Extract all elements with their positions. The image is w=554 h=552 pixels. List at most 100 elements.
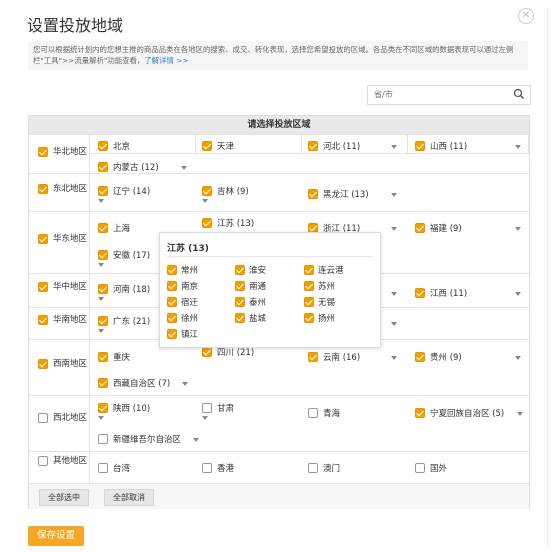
chevron-down-icon[interactable] — [391, 322, 397, 326]
scrollbar[interactable] — [547, 8, 548, 548]
checkbox[interactable] — [202, 186, 212, 196]
chevron-down-icon[interactable] — [202, 199, 208, 203]
checkbox[interactable] — [98, 223, 108, 233]
checkbox[interactable] — [202, 141, 212, 151]
checkbox[interactable] — [304, 313, 314, 323]
checkbox[interactable] — [415, 352, 425, 362]
checkbox[interactable] — [167, 313, 177, 323]
checkbox[interactable] — [308, 463, 318, 473]
checkbox[interactable] — [304, 265, 314, 275]
region-cell: 西南地区 — [29, 340, 90, 396]
checkbox[interactable] — [98, 434, 108, 444]
checkbox[interactable] — [202, 347, 212, 357]
search-input[interactable] — [368, 86, 504, 102]
item-label: 西藏自治区 (7) — [113, 379, 171, 389]
checkbox[interactable] — [202, 218, 212, 228]
checkbox[interactable] — [38, 282, 48, 292]
region-row-dongbei: 东北地区 辽宁 (14) 吉林 (9) 黑龙江 (13) — [29, 173, 529, 212]
chevron-down-icon[interactable] — [98, 263, 104, 267]
chevron-down-icon[interactable] — [391, 227, 397, 231]
item-label: 东北地区 — [53, 184, 88, 194]
item-label: 台湾 — [113, 464, 131, 474]
chevron-down-icon[interactable] — [391, 292, 397, 296]
checkbox[interactable] — [415, 288, 425, 298]
checkbox[interactable] — [415, 223, 425, 233]
checkbox[interactable] — [98, 403, 108, 413]
chevron-down-icon[interactable] — [98, 329, 104, 333]
region-label: 华北地区 — [53, 147, 88, 157]
item-label: 西南地区 — [53, 359, 88, 369]
checkbox[interactable] — [235, 281, 245, 291]
checkbox[interactable] — [235, 265, 245, 275]
checkbox[interactable] — [167, 281, 177, 291]
checkbox[interactable] — [415, 141, 425, 151]
checkbox[interactable] — [98, 250, 108, 260]
checkbox[interactable] — [235, 297, 245, 307]
search-icon[interactable] — [513, 88, 525, 100]
checkbox[interactable] — [98, 463, 108, 473]
checkbox[interactable] — [167, 297, 177, 307]
item-label: 香港 — [217, 464, 235, 474]
chevron-down-icon[interactable] — [182, 382, 188, 386]
checkbox[interactable] — [202, 463, 212, 473]
item-label: 江西 (11) — [430, 289, 468, 299]
checkbox[interactable] — [415, 463, 425, 473]
close-icon[interactable]: ✕ — [518, 8, 534, 24]
chevron-down-icon[interactable] — [391, 356, 397, 360]
chevron-down-icon[interactable] — [98, 297, 104, 301]
checkbox[interactable] — [38, 184, 48, 194]
checkbox[interactable] — [98, 162, 108, 172]
checkbox[interactable] — [38, 359, 48, 369]
select-all-button[interactable]: 全部选中 — [39, 489, 89, 506]
checkbox[interactable] — [38, 413, 48, 423]
chevron-down-icon[interactable] — [202, 416, 208, 420]
checkbox[interactable] — [308, 189, 318, 199]
chevron-down-icon[interactable] — [391, 193, 397, 197]
chevron-down-icon[interactable] — [515, 292, 521, 296]
checkbox[interactable] — [98, 186, 108, 196]
chevron-down-icon[interactable] — [515, 145, 521, 149]
chevron-down-icon[interactable] — [517, 412, 523, 416]
chevron-down-icon[interactable] — [515, 356, 521, 360]
checkbox[interactable] — [308, 141, 318, 151]
checkbox[interactable] — [38, 315, 48, 325]
checkbox[interactable] — [308, 408, 318, 418]
item-label: 安徽 (17) — [113, 251, 151, 261]
dialog-title: 设置投放地域 — [27, 16, 124, 35]
chevron-down-icon[interactable] — [193, 438, 199, 442]
chevron-down-icon[interactable] — [181, 166, 187, 170]
learn-more-link[interactable]: 了解详情 >> — [144, 56, 188, 65]
checkbox[interactable] — [98, 378, 108, 388]
item-label: 北京 — [113, 142, 131, 152]
item-label: 西北地区 — [53, 413, 88, 423]
checkbox[interactable] — [415, 408, 425, 418]
search-box[interactable] — [367, 85, 531, 105]
item-label: 连云港 — [318, 266, 344, 276]
checkbox[interactable] — [304, 297, 314, 307]
chevron-down-icon[interactable] — [98, 199, 104, 203]
checkbox[interactable] — [167, 329, 177, 339]
checkbox[interactable] — [38, 234, 48, 244]
save-button[interactable]: 保存设置 — [28, 526, 84, 546]
item-label: 广东 (21) — [113, 317, 151, 327]
chevron-down-icon[interactable] — [98, 416, 104, 420]
checkbox[interactable] — [98, 316, 108, 326]
checkbox[interactable] — [38, 147, 48, 157]
popup-title: 江苏 (13) — [167, 244, 209, 254]
checkbox[interactable] — [167, 265, 177, 275]
checkbox[interactable] — [98, 352, 108, 362]
checkbox[interactable] — [308, 352, 318, 362]
checkbox[interactable] — [202, 403, 212, 413]
checkbox[interactable] — [98, 141, 108, 151]
checkbox[interactable] — [98, 284, 108, 294]
cancel-all-button[interactable]: 全部取消 — [104, 489, 154, 506]
checkbox[interactable] — [38, 456, 48, 466]
checkbox[interactable] — [235, 313, 245, 323]
item-label: 吉林 (9) — [217, 187, 249, 197]
chevron-down-icon[interactable] — [515, 227, 521, 231]
item-label: 华中地区 — [53, 282, 88, 292]
chevron-down-icon[interactable] — [391, 145, 397, 149]
item-label: 上海 — [113, 224, 131, 234]
checkbox[interactable] — [304, 281, 314, 291]
item-label: 江苏 (13) — [217, 219, 255, 229]
